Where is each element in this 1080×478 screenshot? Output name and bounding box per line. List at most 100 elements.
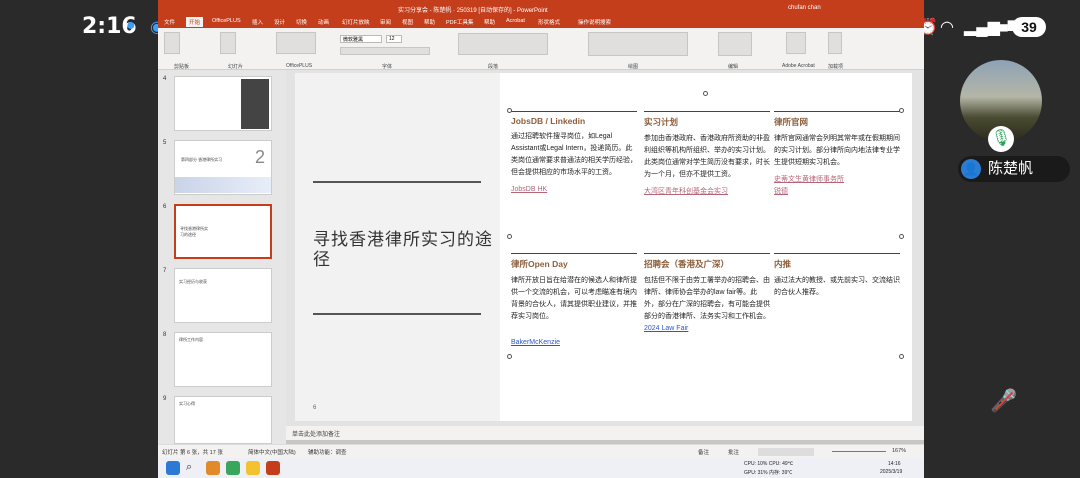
group-slides: 幻灯片: [228, 64, 244, 70]
column-job-fair[interactable]: 招聘会（香港及广深） 包括但不限于由劳工署举办的招聘会、由律所、律师协会举办的l…: [644, 253, 770, 335]
zoom-slider[interactable]: [832, 451, 886, 452]
column-text: 律所官网通常会列明其常年或在假期期间的实习计划。部分律所向内地法律专业学生提供短…: [774, 135, 900, 166]
create-pdf-button[interactable]: [786, 32, 806, 54]
powerpoint-icon[interactable]: [266, 461, 280, 475]
search-box[interactable]: 操作说明搜索: [578, 18, 611, 26]
slide-number: 6: [313, 405, 317, 411]
thumb-image: [241, 79, 269, 129]
participant-name: 陈楚帆: [988, 160, 1034, 177]
slide-thumbnail-9[interactable]: 实习心得: [174, 396, 272, 444]
slide-title[interactable]: 寻找香港律所实习的途径: [313, 230, 493, 270]
tab-file[interactable]: 文件: [164, 18, 175, 26]
font-name-select[interactable]: 微软雅黑: [340, 35, 382, 43]
tab-insert[interactable]: 插入: [252, 18, 263, 26]
font-format-buttons[interactable]: [340, 47, 430, 55]
wifi-icon: ◠: [940, 19, 954, 36]
bakermckenzie-link[interactable]: BakerMcKenzie: [511, 337, 637, 349]
window-title: 实习分享会 - 陈楚帆 · 250319 [自动保存的] - PowerPoin…: [398, 8, 548, 14]
notes-pane[interactable]: 单击此处添加备注: [286, 426, 924, 440]
selection-handle[interactable]: [507, 108, 512, 113]
rotate-handle[interactable]: [703, 91, 708, 96]
windows-taskbar: ⌕ CPU: 10% CPU: 49℃ GPU: 31% 内存: 39℃ 14:…: [158, 458, 924, 478]
officeplus-button[interactable]: [276, 32, 316, 54]
user-name[interactable]: chufan chan: [788, 5, 821, 11]
thumb-label: 实习经历与收获: [179, 279, 207, 284]
drawing-shapes[interactable]: [588, 32, 688, 56]
column-firm-website[interactable]: 律所官网 律所官网通常会列明其常年或在假期期间的实习计划。部分律所向内地法律专业…: [774, 111, 900, 198]
tab-review[interactable]: 审阅: [380, 18, 391, 26]
jobsdb-link[interactable]: JobsDB HK: [511, 184, 637, 196]
search-icon[interactable]: ⌕: [186, 461, 200, 475]
folder-icon[interactable]: [246, 461, 260, 475]
gba-link[interactable]: 大湾区青年科创基金会实习: [644, 186, 770, 198]
tab-view[interactable]: 视图: [402, 18, 413, 26]
slide-thumbnail-5[interactable]: 第四部分 香港律所实习 2: [174, 140, 272, 195]
accessibility-checker[interactable]: 辅助功能：调查: [308, 448, 347, 456]
comments-button[interactable]: 批注: [728, 448, 739, 456]
notes-button[interactable]: 备注: [698, 448, 709, 456]
group-editing: 编辑: [728, 64, 739, 70]
column-referral[interactable]: 内推 通过法大的教授、或先前实习、交流结识的合伙人推荐。: [774, 253, 900, 299]
column-text: 包括但不限于由劳工署举办的招聘会、由律所、律师协会举办的law fair等。此外…: [644, 277, 770, 320]
paragraph-buttons[interactable]: [458, 33, 548, 55]
zoom-level[interactable]: 167%: [892, 448, 906, 454]
new-slide-button[interactable]: [220, 32, 236, 54]
tab-officeplus[interactable]: OfficePLUS: [212, 18, 241, 24]
slide-thumbnail-7[interactable]: 实习经历与收获: [174, 268, 272, 323]
editing-buttons[interactable]: [718, 32, 752, 56]
slide-thumbnail-4[interactable]: [174, 76, 272, 131]
selection-handle[interactable]: [899, 234, 904, 239]
column-open-day[interactable]: 律所Open Day 律所开放日旨在给潜在的候选人和律所提供一个交流的机会，可以…: [511, 253, 637, 349]
selection-handle[interactable]: [507, 354, 512, 359]
tab-pdf[interactable]: PDF工具集: [446, 18, 474, 26]
chrome-icon[interactable]: [226, 461, 240, 475]
tab-help-2[interactable]: 帮助: [484, 18, 495, 26]
stevenson-link[interactable]: 史蒂文生黄律师事务所: [774, 174, 900, 186]
slide-canvas[interactable]: 寻找香港律所实习的途径 6 JobsDB / Linkedin 通过招聘软件搜寻…: [295, 73, 912, 421]
column-rule: [511, 253, 637, 254]
participant-name-badge: 👤 陈楚帆: [958, 156, 1070, 182]
group-addins: 加载项: [828, 64, 844, 70]
thumb-number: 4: [163, 76, 167, 82]
column-text: 参加由香港政府、香港政府所资助的非盈利组织等机构所组织、举办的实习计划。此类岗位…: [644, 135, 770, 178]
tab-shape-format[interactable]: 形状格式: [538, 18, 560, 26]
tab-help[interactable]: 帮助: [424, 18, 435, 26]
selection-handle[interactable]: [899, 354, 904, 359]
powerpoint-window: 实习分享会 - 陈楚帆 · 250319 [自动保存的] - PowerPoin…: [158, 0, 924, 478]
column-internship-plan[interactable]: 实习计划 参加由香港政府、香港政府所资助的非盈利组织等机构所组织、举办的实习计划…: [644, 111, 770, 198]
tab-transitions[interactable]: 切换: [296, 18, 307, 26]
lawfair-link[interactable]: 2024 Law Fair: [644, 323, 770, 335]
slide-thumbnail-6[interactable]: 寻找香港律所实习的途径: [174, 204, 272, 259]
group-clipboard: 剪贴板: [174, 64, 190, 70]
tab-design[interactable]: 设计: [274, 18, 285, 26]
view-buttons[interactable]: [758, 448, 814, 456]
addins-button[interactable]: [828, 32, 842, 54]
taskbar-date: 2025/3/19: [880, 469, 903, 475]
title-bar: 实习分享会 - 陈楚帆 · 250319 [自动保存的] - PowerPoin…: [158, 0, 924, 16]
selection-handle[interactable]: [899, 108, 904, 113]
app-icon[interactable]: [206, 461, 220, 475]
column-heading: 律所Open Day: [511, 259, 568, 269]
slide-thumbnail-8[interactable]: 律所工作内容: [174, 332, 272, 387]
microphone-icon[interactable]: 🎙: [988, 126, 1014, 152]
reed-link[interactable]: 锐德: [774, 186, 900, 198]
language-indicator[interactable]: 简体中文(中国大陆): [248, 448, 296, 456]
tab-slideshow[interactable]: 幻灯片放映: [342, 18, 370, 26]
group-officeplus: OfficePLUS: [286, 63, 313, 69]
selection-handle[interactable]: [507, 234, 512, 239]
tab-animations[interactable]: 动画: [318, 18, 329, 26]
column-heading: 实习计划: [644, 117, 679, 127]
column-rule: [774, 253, 900, 254]
avatar-icon: 👤: [961, 159, 981, 179]
paste-button[interactable]: [164, 32, 180, 54]
app-icon: ●: [126, 17, 136, 34]
tab-home[interactable]: 开始: [186, 17, 204, 27]
column-text: 律所开放日旨在给潜在的候选人和律所提供一个交流的机会，可以考虑瞄准有境内背景的合…: [511, 277, 637, 320]
font-size-select[interactable]: 12: [386, 35, 402, 43]
tab-acrobat[interactable]: Acrobat: [506, 18, 525, 24]
group-paragraph: 段落: [488, 64, 499, 70]
column-jobsdb[interactable]: JobsDB / Linkedin 通过招聘软件搜寻岗位，如Legal Assi…: [511, 111, 637, 196]
battery-icon: 39: [1012, 17, 1046, 37]
thumb-number: 6: [163, 204, 167, 210]
start-icon[interactable]: [166, 461, 180, 475]
